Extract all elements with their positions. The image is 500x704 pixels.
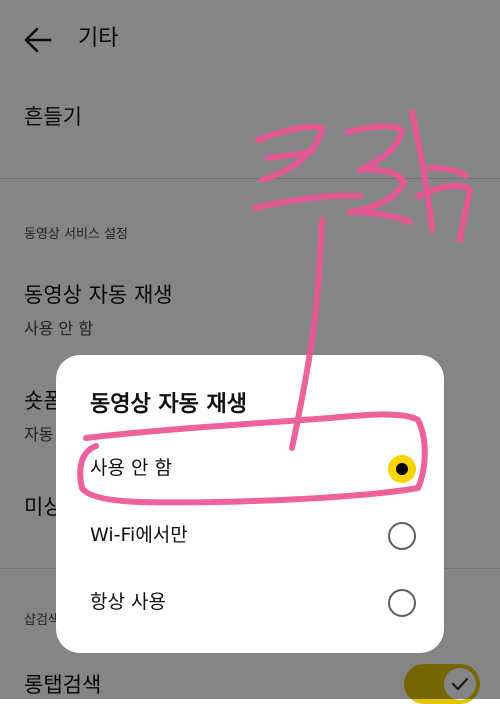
radio-dot — [396, 463, 408, 475]
option-label: Wi-Fi에서만 — [90, 524, 188, 546]
radio-unselected[interactable] — [388, 589, 416, 617]
option-always[interactable]: 항상 사용 — [56, 573, 444, 633]
autoplay-dialog: 동영상 자동 재생 사용 안 함 Wi-Fi에서만 항상 사용 — [56, 355, 444, 653]
radio-selected[interactable] — [388, 455, 416, 483]
option-wifi-only[interactable]: Wi-Fi에서만 — [56, 506, 444, 566]
option-never[interactable]: 사용 안 함 — [56, 439, 444, 499]
radio-unselected[interactable] — [388, 522, 416, 550]
dialog-title: 동영상 자동 재생 — [90, 392, 247, 417]
option-label: 항상 사용 — [90, 591, 166, 613]
option-label: 사용 안 함 — [90, 457, 172, 479]
